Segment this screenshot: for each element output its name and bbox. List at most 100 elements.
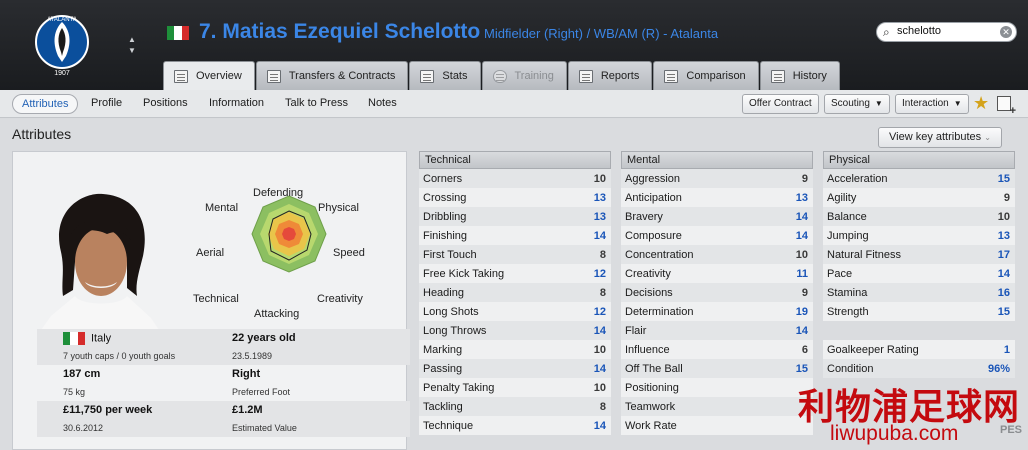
tab-reports[interactable]: Reports (567, 61, 653, 90)
tab-overview[interactable]: Overview (163, 61, 255, 90)
player-wage[interactable]: £11,750 per week (37, 404, 218, 416)
tab-comparison[interactable]: Comparison (653, 61, 759, 90)
tab-label: Reports (600, 70, 640, 82)
attribute-row[interactable]: Work Rate (621, 416, 813, 435)
shortlist-star-icon[interactable]: ★ (973, 93, 989, 114)
bio-row: 187 cm Right (37, 365, 410, 383)
attribute-row[interactable]: First Touch 8 (419, 245, 611, 264)
attribute-row[interactable]: Concentration 10 (621, 245, 813, 264)
attribute-value: 14 (593, 419, 606, 432)
technical-header: Technical (419, 151, 611, 169)
chevron-up-icon[interactable]: ▲ (126, 34, 138, 45)
attribute-value: 12 (593, 305, 606, 318)
clear-search-icon[interactable]: ✕ (1000, 26, 1012, 38)
technical-list: Corners 10 Crossing 13 Dribbling 13 Finishi… (419, 169, 611, 435)
attribute-row[interactable]: Determination 19 (621, 302, 813, 321)
attribute-row[interactable]: Long Throws 14 (419, 321, 611, 340)
attribute-row[interactable]: Crossing 13 (419, 188, 611, 207)
radar-label-creativity: Creativity (317, 293, 363, 305)
attribute-value: 12 (593, 267, 606, 280)
scouting-dropdown[interactable]: Scouting ▼ (824, 94, 890, 114)
offer-contract-button[interactable]: Offer Contract (742, 94, 819, 114)
radar-label-technical: Technical (193, 293, 239, 305)
attribute-row[interactable]: Agility 9 (823, 188, 1015, 207)
attribute-row[interactable]: Natural Fitness 17 (823, 245, 1015, 264)
player-position-club[interactable]: Midfielder (Right) / WB/AM (R) - Atalant… (484, 26, 718, 41)
attribute-row[interactable]: Balance 10 (823, 207, 1015, 226)
attribute-row[interactable]: Teamwork (621, 397, 813, 416)
attribute-row[interactable]: Aggression 9 (621, 169, 813, 188)
interaction-dropdown[interactable]: Interaction ▼ (895, 94, 969, 114)
attribute-row[interactable]: Positioning (621, 378, 813, 397)
attribute-value: 14 (795, 229, 808, 242)
player-header: ATALANTA 1907 ▲ ▼ 7. Matias Ezequiel Sch… (0, 0, 1028, 90)
mental-list: Aggression 9 Anticipation 13 Bravery 14 Com… (621, 169, 813, 435)
condition-row[interactable]: Condition 96% (823, 359, 1015, 378)
attribute-row[interactable]: Strength 15 (823, 302, 1015, 321)
attribute-value: 16 (997, 286, 1010, 299)
attribute-row[interactable]: Finishing 14 (419, 226, 611, 245)
attribute-value: 14 (593, 324, 606, 337)
subnav-profile[interactable]: Profile (91, 97, 122, 109)
attribute-row[interactable]: Creativity 11 (621, 264, 813, 283)
attribute-row[interactable]: Anticipation 13 (621, 188, 813, 207)
attribute-row[interactable]: Off The Ball 15 (621, 359, 813, 378)
attribute-row[interactable]: Heading 8 (419, 283, 611, 302)
search-input[interactable] (897, 25, 997, 37)
preferred-foot: Right (232, 368, 261, 380)
attribute-value: 14 (795, 324, 808, 337)
attribute-row[interactable]: Stamina 16 (823, 283, 1015, 302)
atalanta-crest-icon[interactable]: ATALANTA 1907 (34, 12, 90, 78)
subnav-attributes[interactable]: Attributes (12, 94, 79, 114)
attribute-row[interactable]: Penalty Taking 10 (419, 378, 611, 397)
attribute-row[interactable]: Passing 14 (419, 359, 611, 378)
view-key-attributes-dropdown[interactable]: View key attributes ⌄ (878, 127, 1002, 148)
attribute-value: 15 (795, 362, 808, 375)
attribute-row[interactable]: Dribbling 13 (419, 207, 611, 226)
physical-header: Physical (823, 151, 1015, 169)
player-switch-arrows[interactable]: ▲ ▼ (126, 34, 138, 62)
subnav-talk-to-press[interactable]: Talk to Press (285, 97, 348, 109)
attribute-row[interactable]: Marking 10 (419, 340, 611, 359)
chevron-down-icon[interactable]: ▼ (126, 45, 138, 56)
attribute-row[interactable]: Technique 14 (419, 416, 611, 435)
tab-label: Stats (442, 70, 468, 82)
attribute-name: Creativity (625, 267, 671, 280)
attribute-row[interactable]: Composure 14 (621, 226, 813, 245)
attribute-row[interactable]: Acceleration 15 (823, 169, 1015, 188)
attribute-row[interactable]: Decisions 9 (621, 283, 813, 302)
dropdown-arrow-icon: ▼ (874, 99, 883, 108)
radar-label-aerial: Aerial (196, 247, 225, 259)
attribute-name: Work Rate (625, 419, 677, 432)
attribute-name: Finishing (423, 229, 468, 242)
attribute-row[interactable]: Pace 14 (823, 264, 1015, 283)
attribute-row[interactable]: Corners 10 (419, 169, 611, 188)
search-icon: ⌕ (883, 25, 890, 39)
subnav-positions[interactable]: Positions (143, 97, 188, 109)
tab-label: Comparison (686, 70, 746, 82)
attribute-row[interactable]: Jumping 13 (823, 226, 1015, 245)
add-note-icon[interactable] (997, 96, 1016, 117)
attribute-row[interactable]: Free Kick Taking 12 (419, 264, 611, 283)
tab-training[interactable]: Training (481, 61, 567, 90)
attribute-name: Technique (423, 419, 474, 432)
attribute-name: Pace (827, 267, 853, 280)
search-box[interactable]: ⌕ ✕ (876, 22, 1017, 42)
technical-attributes-column: Technical Corners 10 Crossing 13 Dribbling… (419, 151, 611, 435)
tab-history[interactable]: History (759, 61, 840, 90)
attribute-row[interactable]: Tackling 8 (419, 397, 611, 416)
subnav-information[interactable]: Information (209, 97, 264, 109)
goalkeeper-rating-row[interactable]: Goalkeeper Rating 1 (823, 340, 1015, 359)
subnav-notes[interactable]: Notes (368, 97, 397, 109)
nationality[interactable]: Italy (37, 331, 218, 345)
reports-icon (578, 69, 593, 83)
attribute-row[interactable]: Bravery 14 (621, 207, 813, 226)
attribute-row[interactable]: Flair 14 (621, 321, 813, 340)
tab-stats[interactable]: Stats (409, 61, 481, 90)
player-name: 7. Matias Ezequiel Schelotto (199, 20, 481, 43)
tab-transfers-contracts[interactable]: Transfers & Contracts (255, 61, 409, 90)
mental-header: Mental (621, 151, 813, 169)
attribute-row[interactable]: Influence 6 (621, 340, 813, 359)
attribute-row[interactable]: Long Shots 12 (419, 302, 611, 321)
dropdown-arrow-icon: ▼ (953, 99, 962, 108)
